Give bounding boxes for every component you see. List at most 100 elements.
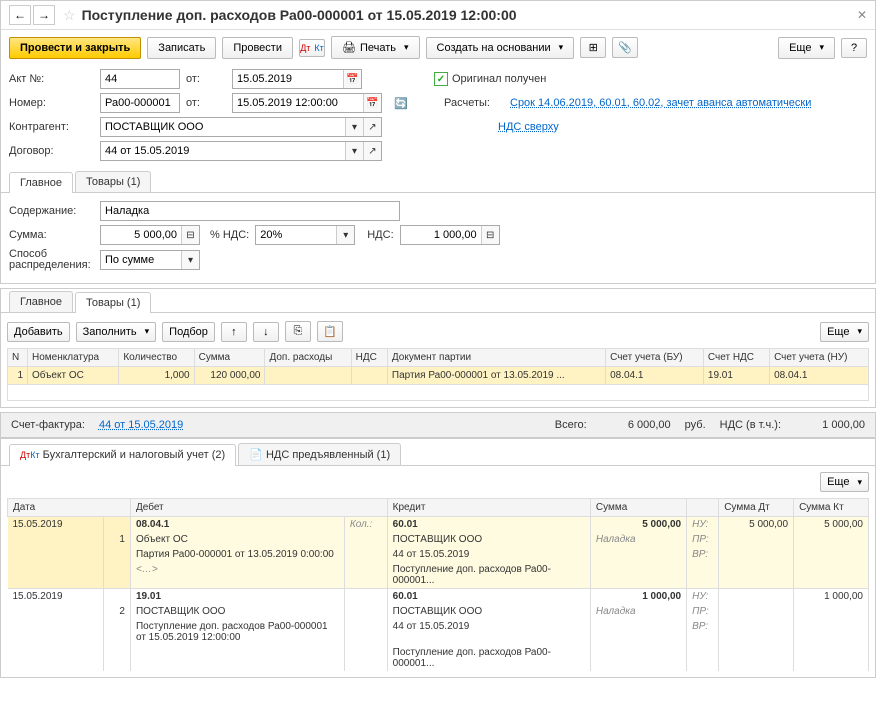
write-button[interactable]: Записать bbox=[147, 37, 216, 59]
fill-button[interactable]: Заполнить bbox=[76, 322, 157, 342]
move-down-icon-button[interactable]: ↓ bbox=[253, 322, 279, 342]
acc-row[interactable]: 2 ПОСТАВЩИК ООО ПОСТАВЩИК ООО Наладка ПР… bbox=[8, 604, 869, 619]
back-button[interactable]: ← bbox=[9, 5, 31, 25]
acc-row[interactable]: Партия Ра00-000001 от 13.05.2019 0:00:00… bbox=[8, 547, 869, 562]
col-date[interactable]: Дата bbox=[8, 499, 131, 517]
acc-row[interactable]: Поступление доп. расходов Ра00-000001... bbox=[8, 645, 869, 671]
tab-vat-presented[interactable]: 📄 НДС предъявленный (1) bbox=[238, 443, 401, 465]
post-and-close-button[interactable]: Провести и закрыть bbox=[9, 37, 141, 59]
col-addexp[interactable]: Доп. расходы bbox=[265, 349, 351, 367]
akt-from-label: от: bbox=[186, 73, 226, 85]
total-vat-label: НДС (в т.ч.): bbox=[720, 419, 781, 431]
refresh-icon-button[interactable]: 🔄 bbox=[388, 94, 414, 113]
open-icon[interactable]: ↗ bbox=[363, 142, 381, 160]
tab-goods-2[interactable]: Товары (1) bbox=[75, 292, 151, 313]
acc-row[interactable]: 15.05.2019 19.01 60.01 1 000,00 НУ: 1 00… bbox=[8, 589, 869, 605]
acc-row[interactable]: Поступление доп. расходов Ра00-000001 от… bbox=[8, 619, 869, 645]
tab-accounting[interactable]: ДтКт Бухгалтерский и налоговый учет (2) bbox=[9, 444, 236, 466]
goods-more-button[interactable]: Еще bbox=[820, 322, 869, 342]
number-date-input[interactable]: 📅 bbox=[232, 93, 382, 113]
dropdown-icon[interactable]: ▾ bbox=[336, 226, 354, 244]
col-vat[interactable]: НДС bbox=[351, 349, 387, 367]
akt-date-input[interactable]: 📅 bbox=[232, 69, 362, 89]
tab-main[interactable]: Главное bbox=[9, 172, 73, 193]
original-received-check[interactable]: ✓ Оригинал получен bbox=[434, 72, 546, 86]
col-sum-dt[interactable]: Сумма Дт bbox=[719, 499, 794, 517]
create-based-button[interactable]: Создать на основании bbox=[426, 37, 575, 59]
distrib-select[interactable]: ▾ bbox=[100, 250, 200, 270]
select-button[interactable]: Подбор bbox=[162, 322, 215, 342]
acc-row[interactable]: 15.05.2019 08.04.1Кол.: 60.01 5 000,00 Н… bbox=[8, 517, 869, 533]
acc-more-button[interactable]: Еще bbox=[820, 472, 869, 492]
col-n[interactable]: N bbox=[8, 349, 28, 367]
page-title: Поступление доп. расходов Ра00-000001 от… bbox=[82, 7, 517, 23]
contract-input[interactable]: ▾↗ bbox=[100, 141, 382, 161]
col-acc-bu[interactable]: Счет учета (БУ) bbox=[606, 349, 704, 367]
col-nom[interactable]: Номенклатура bbox=[28, 349, 119, 367]
struct-icon-button[interactable]: ⊞ bbox=[580, 37, 606, 58]
vat-pct-label: % НДС: bbox=[210, 229, 249, 241]
calc-icon[interactable]: ⊟ bbox=[481, 226, 499, 244]
dropdown-icon[interactable]: ▾ bbox=[345, 142, 363, 160]
empty-row bbox=[8, 385, 869, 401]
dtkt-icon-button[interactable]: ДтКт bbox=[299, 39, 325, 57]
dropdown-icon[interactable]: ▾ bbox=[345, 118, 363, 136]
invoice-link[interactable]: 44 от 15.05.2019 bbox=[99, 419, 183, 431]
goods-table: N Номенклатура Количество Сумма Доп. рас… bbox=[7, 348, 869, 401]
col-sum[interactable]: Сумма bbox=[194, 349, 265, 367]
help-button[interactable]: ? bbox=[841, 38, 867, 58]
sum-input[interactable]: ⊟ bbox=[100, 225, 200, 245]
upper-tabs: Главное Товары (1) bbox=[1, 169, 875, 193]
add-button[interactable]: Добавить bbox=[7, 322, 70, 342]
move-up-icon-button[interactable]: ↑ bbox=[221, 322, 247, 342]
copy-icon-button[interactable]: ⎘ bbox=[285, 321, 311, 342]
number-input[interactable] bbox=[100, 93, 180, 113]
sum-label: Сумма: bbox=[9, 229, 94, 241]
attach-icon-button[interactable]: 📎 bbox=[612, 37, 638, 58]
content-input[interactable] bbox=[100, 201, 400, 221]
favorite-star-icon[interactable]: ☆ bbox=[63, 7, 76, 24]
tab-main-2[interactable]: Главное bbox=[9, 291, 73, 312]
settlements-link[interactable]: Срок 14.06.2019, 60.01, 60.02, зачет ава… bbox=[510, 97, 811, 109]
settlements-label: Расчеты: bbox=[444, 97, 504, 109]
counterparty-label: Контрагент: bbox=[9, 121, 94, 133]
col-doc[interactable]: Документ партии bbox=[387, 349, 605, 367]
vat-input[interactable]: ⊟ bbox=[400, 225, 500, 245]
title-bar: ← → ☆ Поступление доп. расходов Ра00-000… bbox=[1, 1, 875, 30]
calc-icon[interactable]: ⊟ bbox=[181, 226, 199, 244]
acc-row[interactable]: <…> Поступление доп. расходов Ра00-00000… bbox=[8, 562, 869, 588]
print-button[interactable]: 🖨 Печать bbox=[331, 36, 420, 59]
calendar-icon[interactable]: 📅 bbox=[363, 94, 381, 112]
acc-row[interactable]: 1 Объект ОС ПОСТАВЩИК ООО Наладка ПР: bbox=[8, 532, 869, 547]
open-icon[interactable]: ↗ bbox=[363, 118, 381, 136]
akt-no-input[interactable] bbox=[100, 69, 180, 89]
col-sum-kt[interactable]: Сумма Кт bbox=[794, 499, 869, 517]
post-button[interactable]: Провести bbox=[222, 37, 293, 59]
vat-pct-select[interactable]: ▾ bbox=[255, 225, 355, 245]
number-label: Номер: bbox=[9, 97, 94, 109]
forward-button[interactable]: → bbox=[33, 5, 55, 25]
col-sum[interactable]: Сумма bbox=[590, 499, 686, 517]
close-icon[interactable]: ✕ bbox=[857, 8, 867, 22]
col-credit[interactable]: Кредит bbox=[387, 499, 590, 517]
akt-no-label: Акт №: bbox=[9, 73, 94, 85]
col-debit[interactable]: Дебет bbox=[130, 499, 387, 517]
col-acc-vat[interactable]: Счет НДС bbox=[703, 349, 769, 367]
currency: руб. bbox=[685, 419, 706, 431]
more-button[interactable]: Еще bbox=[778, 37, 835, 59]
calendar-icon[interactable]: 📅 bbox=[343, 70, 361, 88]
tab-goods[interactable]: Товары (1) bbox=[75, 171, 151, 192]
checkmark-icon: ✓ bbox=[434, 72, 448, 86]
main-toolbar: Провести и закрыть Записать Провести ДтК… bbox=[1, 30, 875, 65]
total-value: 6 000,00 bbox=[601, 419, 671, 431]
col-acc-nu[interactable]: Счет учета (НУ) bbox=[770, 349, 869, 367]
dropdown-icon[interactable]: ▾ bbox=[181, 251, 199, 269]
col-qty[interactable]: Количество bbox=[119, 349, 194, 367]
counterparty-input[interactable]: ▾↗ bbox=[100, 117, 382, 137]
goods-row[interactable]: 1 Объект ОС 1,000 120 000,00 Партия Ра00… bbox=[8, 367, 869, 385]
vat-mode-link[interactable]: НДС сверху bbox=[498, 121, 559, 133]
form-area: Акт №: от: 📅 ✓ Оригинал получен Номер: о… bbox=[1, 65, 875, 169]
total-label: Всего: bbox=[555, 419, 587, 431]
goods-section: Главное Товары (1) Добавить Заполнить По… bbox=[0, 288, 876, 408]
paste-icon-button[interactable]: 📋 bbox=[317, 321, 343, 342]
